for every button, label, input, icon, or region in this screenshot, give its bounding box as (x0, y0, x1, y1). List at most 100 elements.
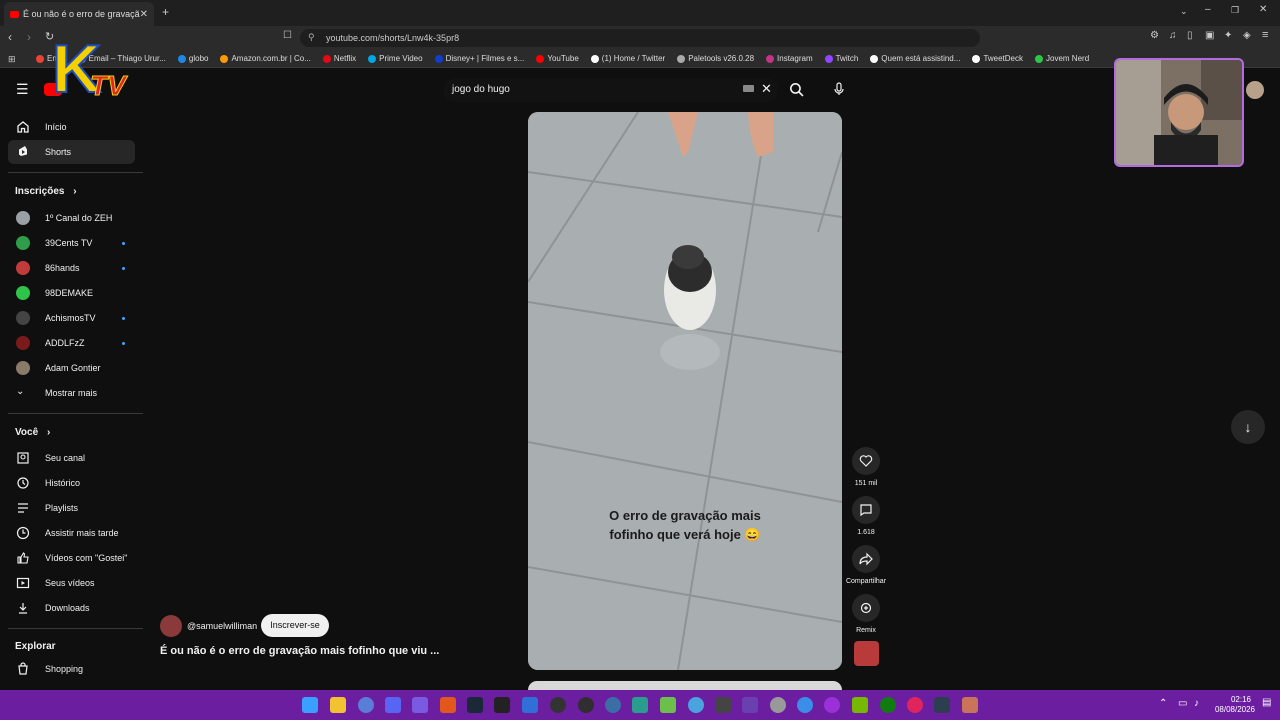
app-icon[interactable] (494, 697, 510, 713)
app-icon[interactable] (605, 697, 621, 713)
app-icon[interactable] (742, 697, 758, 713)
leo-ai-icon[interactable]: ✦ (1224, 30, 1232, 41)
sidebar-item-downloads[interactable]: Downloads (8, 596, 135, 620)
sidebar-item-subscription[interactable]: ADDLFzZ (8, 331, 135, 355)
app-icon[interactable] (688, 697, 704, 713)
brave-browser-icon[interactable] (440, 697, 456, 713)
discord-icon[interactable] (385, 697, 401, 713)
wallet-icon[interactable]: ▣ (1205, 30, 1214, 41)
tray-chevron-icon[interactable]: ⌃ (1159, 698, 1167, 709)
volume-icon[interactable]: ♪ (1194, 698, 1199, 709)
tab-list-icon[interactable]: ⌄ (1180, 6, 1188, 17)
account-avatar[interactable] (1246, 81, 1264, 99)
obs-icon[interactable] (578, 697, 594, 713)
file-explorer-icon[interactable] (330, 697, 346, 713)
forward-icon[interactable]: › (27, 30, 31, 44)
app-icon[interactable] (550, 697, 566, 713)
sidebar-item-watch-later[interactable]: Assistir mais tarde (8, 521, 135, 545)
sidebar-item-your-videos[interactable]: Seus vídeos (8, 571, 135, 595)
like-button[interactable]: 151 mil (845, 447, 887, 487)
bookmark-item[interactable]: Twitch (824, 54, 858, 63)
extensions-icon[interactable]: ⚙ (1150, 30, 1159, 41)
app-icon[interactable] (358, 697, 374, 713)
keyboard-icon[interactable] (743, 85, 754, 92)
app-icon[interactable] (962, 697, 978, 713)
new-tab-icon[interactable]: + (162, 5, 169, 19)
subscribe-button[interactable]: Inscrever-se (261, 614, 329, 637)
bookmark-item[interactable]: Disney+ | Filmes e s... (434, 54, 524, 63)
sidebar-item-subscription[interactable]: AchismosTV (8, 306, 135, 330)
show-more-button[interactable]: ⌄ Mostrar mais (8, 381, 135, 405)
app-icon[interactable] (522, 697, 538, 713)
nvidia-icon[interactable] (852, 697, 868, 713)
menu-icon[interactable]: ≡ (1262, 29, 1268, 41)
remix-button[interactable]: Remix (845, 594, 887, 634)
sidebar-item-subscription[interactable]: Adam Gontier (8, 356, 135, 380)
bookmark-item[interactable]: Prime Video (368, 54, 423, 63)
sidebar-item-liked-videos[interactable]: Vídeos com "Gostei" (8, 546, 135, 570)
app-icon[interactable] (824, 697, 840, 713)
short-title[interactable]: É ou não é o erro de gravação mais fofin… (160, 645, 439, 657)
comments-button[interactable]: 1.618 (845, 496, 887, 536)
vpn-icon[interactable]: ◈ (1243, 30, 1251, 41)
sidebar-item-subscription[interactable]: 86hands (8, 256, 135, 280)
app-icon[interactable] (797, 697, 813, 713)
app-icon[interactable] (632, 697, 648, 713)
short-video-player[interactable] (528, 112, 842, 670)
app-icon[interactable] (660, 697, 676, 713)
maximize-icon[interactable]: ❐ (1231, 5, 1239, 16)
search-icon[interactable] (789, 82, 804, 97)
subscriptions-heading[interactable]: Inscrições › (15, 186, 77, 197)
bookmark-item[interactable]: globo (177, 54, 208, 63)
bookmark-item[interactable]: Instagram (766, 54, 813, 63)
channel-name[interactable]: @samuelwilliman (187, 621, 257, 631)
sidebar-item-subscription[interactable]: 1º Canal do ZEH (8, 206, 135, 230)
address-bar[interactable]: ⚲ youtube.com/shorts/Lnw4k-35pr8 (300, 29, 980, 47)
close-window-icon[interactable]: ✕ (1259, 4, 1267, 15)
steam-icon[interactable] (467, 697, 483, 713)
next-video-button[interactable]: ↓ (1231, 410, 1265, 444)
bookmark-item[interactable]: Jovem Nerd (1035, 54, 1089, 63)
xbox-icon[interactable] (880, 697, 896, 713)
site-settings-icon[interactable]: ⚲ (308, 32, 315, 43)
app-icon[interactable] (715, 697, 731, 713)
minimize-icon[interactable]: – (1205, 4, 1211, 15)
sidebar-item-seu-canal[interactable]: Seu canal (8, 446, 135, 470)
bookmark-item[interactable]: (1) Home / Twitter (590, 54, 665, 63)
bookmark-page-icon[interactable]: ☐ (283, 30, 292, 41)
channel-avatar[interactable] (160, 615, 182, 637)
audio-thumbnail[interactable] (854, 641, 879, 666)
browser-tab[interactable]: É ou não é o erro de gravação mais fofin… (4, 2, 154, 26)
notifications-icon[interactable]: ▤ (1262, 697, 1271, 708)
sidebar-item-historico[interactable]: Histórico (8, 471, 135, 495)
sidebar-toggle-icon[interactable]: ▯ (1187, 30, 1193, 41)
sidebar-item-subscription[interactable]: 98DEMAKE (8, 281, 135, 305)
sidebar-item-inicio[interactable]: Início (8, 115, 135, 139)
media-icon[interactable]: ♫ (1169, 30, 1177, 41)
sidebar-item-subscription[interactable]: 39Cents TV (8, 231, 135, 255)
network-icon[interactable]: ▭ (1178, 698, 1187, 709)
sidebar-item-playlists[interactable]: Playlists (8, 496, 135, 520)
apps-icon[interactable]: ⊞ (8, 54, 16, 65)
search-input[interactable]: jogo do hugo ✕ (443, 78, 778, 102)
app-icon[interactable] (412, 697, 428, 713)
bookmark-item[interactable]: YouTube (536, 54, 579, 63)
app-icon[interactable] (907, 697, 923, 713)
close-tab-icon[interactable]: ✕ (140, 9, 148, 20)
bookmark-item[interactable]: Netflix (322, 54, 356, 63)
app-icon[interactable] (770, 697, 786, 713)
bookmark-item[interactable]: Quem está assistind... (870, 54, 960, 63)
clock-date[interactable]: 08/08/2026 (1210, 705, 1260, 714)
sidebar-item-shorts[interactable]: Shorts (8, 140, 135, 164)
microphone-icon[interactable] (832, 82, 846, 96)
app-icon[interactable] (934, 697, 950, 713)
clear-search-icon[interactable]: ✕ (761, 81, 772, 97)
windows-start-icon[interactable] (302, 697, 318, 713)
next-short-preview[interactable] (528, 681, 842, 690)
sidebar-item-shopping[interactable]: Shopping (8, 657, 135, 681)
share-button[interactable]: Compartilhar (845, 545, 887, 585)
back-icon[interactable]: ‹ (8, 30, 12, 44)
clock-time[interactable]: 02:16 (1221, 695, 1261, 704)
bookmark-item[interactable]: TweetDeck (972, 54, 1023, 63)
bookmark-item[interactable]: Amazon.com.br | Co... (220, 54, 311, 63)
